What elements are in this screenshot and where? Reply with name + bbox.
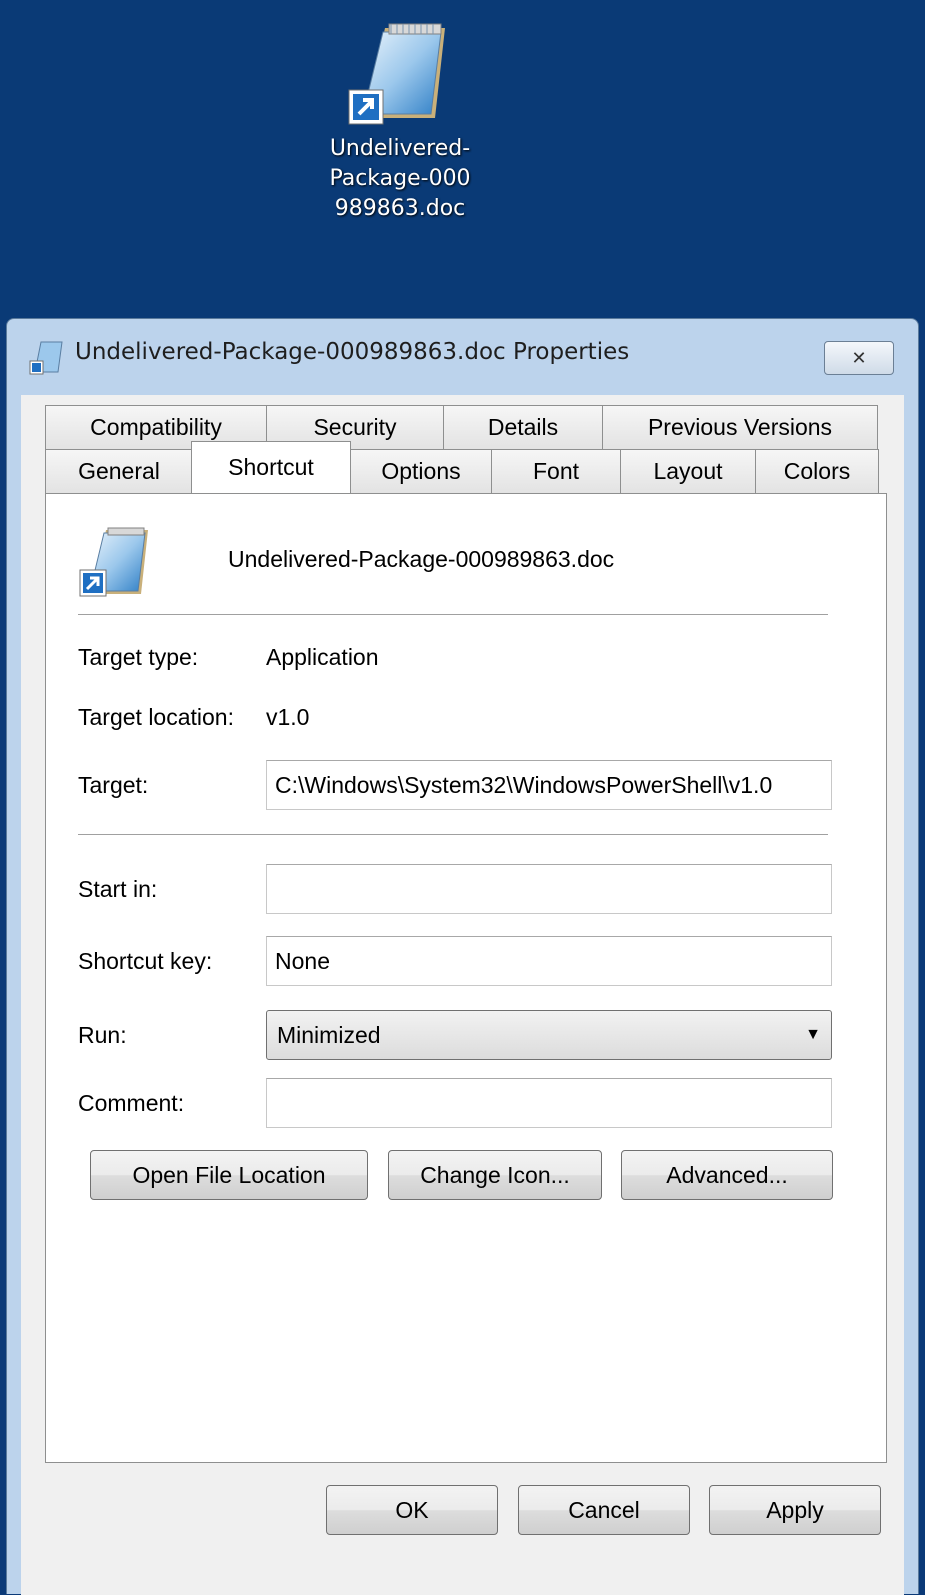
target-label: Target: — [78, 772, 149, 798]
separator — [78, 834, 828, 836]
start-in-field[interactable] — [266, 864, 832, 914]
dropdown-arrow-icon: ▼ — [805, 1026, 821, 1043]
notepad-shortcut-icon — [78, 524, 154, 600]
target-type-label: Target type: — [78, 644, 199, 670]
tab-colors[interactable]: Colors — [755, 449, 879, 493]
close-icon: ✕ — [851, 347, 867, 369]
start-in-label: Start in: — [78, 876, 158, 902]
run-select-value: Minimized — [277, 1022, 381, 1048]
tab-row-2: General Shortcut Options Font Layout Col… — [21, 441, 904, 493]
comment-label: Comment: — [78, 1090, 185, 1116]
tab-shortcut[interactable]: Shortcut — [191, 441, 351, 493]
shortcut-key-field[interactable]: None — [266, 936, 832, 986]
cancel-button[interactable]: Cancel — [518, 1485, 690, 1535]
shortcut-name: Undelivered-Package-000989863.doc — [228, 546, 615, 572]
tab-general[interactable]: General — [45, 449, 193, 493]
tab-row-1: Compatibility Security Details Previous … — [21, 405, 904, 449]
comment-field[interactable] — [266, 1078, 832, 1128]
shortcut-tab-page: Undelivered-Package-000989863.doc Target… — [45, 493, 887, 1463]
tab-layout[interactable]: Layout — [620, 449, 756, 493]
tab-options[interactable]: Options — [350, 449, 492, 493]
desktop: Undelivered- Package-000 989863.doc — [0, 0, 925, 320]
change-icon-button[interactable]: Change Icon... — [388, 1150, 602, 1200]
shortcut-key-label: Shortcut key: — [78, 948, 213, 974]
desktop-icon-label: Undelivered- Package-000 989863.doc — [329, 136, 471, 221]
tab-details[interactable]: Details — [443, 405, 603, 449]
target-type-value: Application — [266, 644, 379, 670]
window-title: Undelivered-Package-000989863.doc Proper… — [75, 339, 630, 365]
run-label: Run: — [78, 1022, 127, 1048]
close-button[interactable]: ✕ — [824, 341, 894, 375]
dialog-client-area: Compatibility Security Details Previous … — [21, 395, 904, 1595]
open-file-location-button[interactable]: Open File Location — [90, 1150, 368, 1200]
title-bar[interactable]: Undelivered-Package-000989863.doc Proper… — [7, 319, 918, 395]
desktop-file-shortcut[interactable]: Undelivered- Package-000 989863.doc — [300, 18, 500, 224]
target-location-value: v1.0 — [266, 704, 310, 730]
properties-window: Undelivered-Package-000989863.doc Proper… — [6, 318, 919, 1595]
notepad-shortcut-icon — [345, 18, 455, 128]
target-field[interactable]: C:\Windows\System32\WindowsPowerShell\v1… — [266, 760, 832, 810]
tab-font[interactable]: Font — [491, 449, 621, 493]
apply-button[interactable]: Apply — [709, 1485, 881, 1535]
target-location-label: Target location: — [78, 704, 234, 730]
advanced-button[interactable]: Advanced... — [621, 1150, 833, 1200]
ok-button[interactable]: OK — [326, 1485, 498, 1535]
separator — [78, 614, 828, 616]
tab-previous-versions[interactable]: Previous Versions — [602, 405, 878, 449]
notepad-shortcut-icon — [29, 339, 65, 375]
run-select[interactable]: Minimized ▼ — [266, 1010, 832, 1060]
